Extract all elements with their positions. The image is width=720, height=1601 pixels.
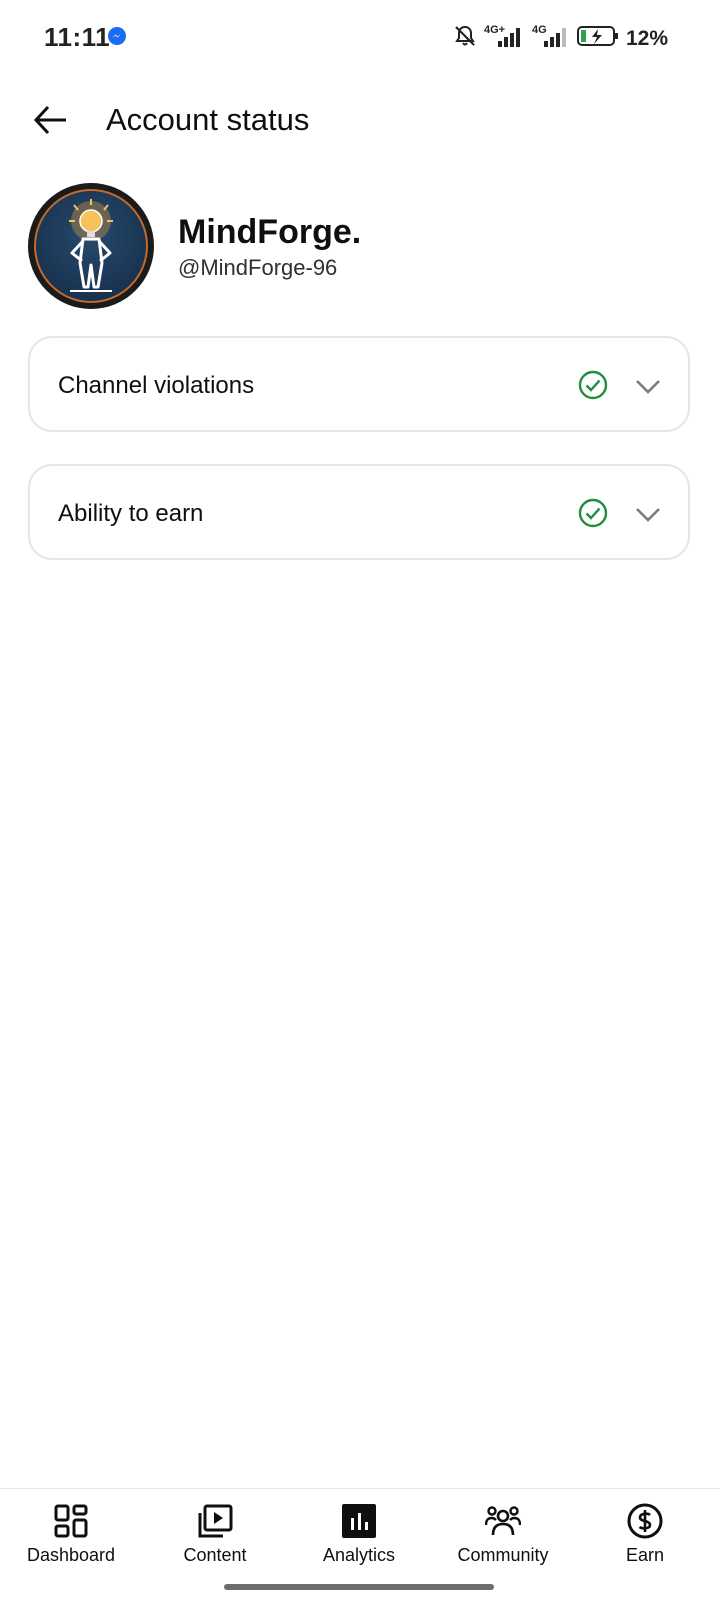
chevron-down-icon[interactable] bbox=[634, 372, 662, 400]
avatar[interactable] bbox=[28, 183, 154, 309]
community-icon bbox=[485, 1506, 521, 1536]
nav-item-dashboard[interactable]: Dashboard bbox=[6, 1497, 136, 1567]
check-circle-icon bbox=[578, 498, 608, 528]
bell-off-icon bbox=[452, 23, 478, 54]
card-label: Ability to earn bbox=[58, 500, 204, 527]
nav-label: Dashboard bbox=[26, 1545, 116, 1565]
nav-item-earn[interactable]: Earn bbox=[580, 1497, 710, 1567]
chevron-down-icon[interactable] bbox=[634, 500, 662, 528]
earn-icon bbox=[627, 1503, 663, 1539]
back-button[interactable] bbox=[28, 98, 72, 142]
nav-label: Content bbox=[183, 1545, 247, 1565]
nav-label: Community bbox=[457, 1545, 549, 1565]
status-bar: 11:11 4G+ 4G 12% bbox=[0, 0, 720, 74]
home-indicator[interactable] bbox=[224, 1584, 494, 1590]
nav-label: Analytics bbox=[322, 1545, 396, 1565]
network-2-label: 4G bbox=[532, 24, 547, 36]
card-label: Channel violations bbox=[58, 372, 255, 399]
nav-item-content[interactable]: Content bbox=[150, 1497, 280, 1567]
analytics-icon bbox=[342, 1504, 376, 1538]
network-1-label: 4G+ bbox=[484, 24, 505, 36]
battery-percent: 12% bbox=[625, 26, 668, 50]
page-title: Account status bbox=[106, 102, 310, 137]
channel-name: MindForge. bbox=[178, 213, 362, 251]
channel-violations-card[interactable]: Channel violations bbox=[28, 336, 690, 432]
check-circle-icon bbox=[578, 370, 608, 400]
dashboard-icon bbox=[54, 1504, 88, 1538]
nav-item-analytics[interactable]: Analytics bbox=[294, 1497, 424, 1567]
messenger-icon bbox=[108, 27, 126, 45]
signal-1-icon: 4G+ bbox=[484, 22, 526, 55]
signal-2-icon: 4G bbox=[532, 22, 570, 55]
status-time: 11:11 bbox=[44, 22, 111, 52]
nav-item-community[interactable]: Community bbox=[438, 1497, 568, 1567]
app-bar: Account status bbox=[0, 80, 720, 160]
channel-handle: @MindForge-96 bbox=[178, 255, 338, 280]
channel-header: MindForge. @MindForge-96 bbox=[28, 183, 688, 309]
status-icons: 4G+ 4G 12% bbox=[452, 22, 668, 55]
content-icon bbox=[198, 1504, 233, 1538]
arrow-back-icon bbox=[33, 105, 66, 135]
ability-to-earn-card[interactable]: Ability to earn bbox=[28, 464, 690, 560]
nav-label: Earn bbox=[625, 1545, 665, 1565]
avatar-image bbox=[34, 189, 148, 303]
battery-charging-icon bbox=[576, 23, 620, 54]
